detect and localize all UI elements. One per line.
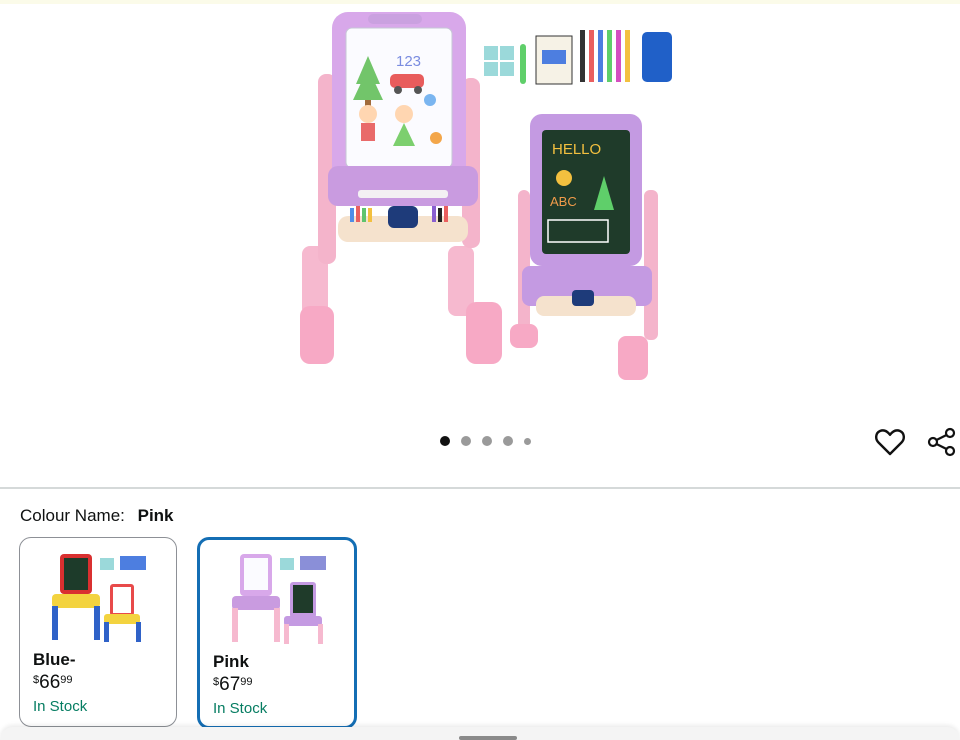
colour-option-thumbnail xyxy=(232,554,326,644)
colour-option-name: Pink xyxy=(213,652,249,671)
colour-option-name: Blue- xyxy=(33,650,76,669)
carousel-dot[interactable] xyxy=(503,436,513,446)
heart-icon[interactable] xyxy=(874,426,906,458)
price-whole: 66 xyxy=(39,672,61,693)
section-divider xyxy=(0,487,960,489)
price-symbol: $ xyxy=(213,676,220,688)
svg-text:ABC: ABC xyxy=(550,194,577,209)
colour-option-thumbnail xyxy=(52,554,146,642)
availability-status: In Stock xyxy=(213,700,268,717)
carousel-dots[interactable] xyxy=(440,436,531,446)
colour-name-row: Colour Name: Pink xyxy=(20,506,174,526)
colour-option-price: $6799 xyxy=(213,674,253,696)
product-image[interactable]: 123 HELLO ABC xyxy=(298,6,678,384)
drag-handle[interactable] xyxy=(459,736,517,740)
colour-option-blue[interactable]: Blue- $6699 In Stock xyxy=(19,537,177,727)
price-fraction: 99 xyxy=(60,674,73,686)
share-icon[interactable] xyxy=(926,426,958,458)
top-strip xyxy=(0,0,960,4)
colour-name-label: Colour Name: xyxy=(20,506,125,525)
price-fraction: 99 xyxy=(240,676,253,688)
svg-text:HELLO: HELLO xyxy=(552,141,601,158)
price-whole: 67 xyxy=(219,674,241,695)
bottom-sheet[interactable] xyxy=(0,727,960,740)
colour-name-value: Pink xyxy=(137,506,174,525)
carousel-dot[interactable] xyxy=(524,437,531,445)
availability-status: In Stock xyxy=(33,698,88,715)
carousel-dot[interactable] xyxy=(482,436,492,446)
colour-option-pink[interactable]: Pink $6799 In Stock xyxy=(197,537,357,729)
carousel-dot-active[interactable] xyxy=(440,436,450,446)
svg-text:123: 123 xyxy=(396,53,421,70)
colour-option-price: $6699 xyxy=(33,672,73,694)
price-symbol: $ xyxy=(33,674,40,686)
carousel-dot[interactable] xyxy=(461,436,471,446)
